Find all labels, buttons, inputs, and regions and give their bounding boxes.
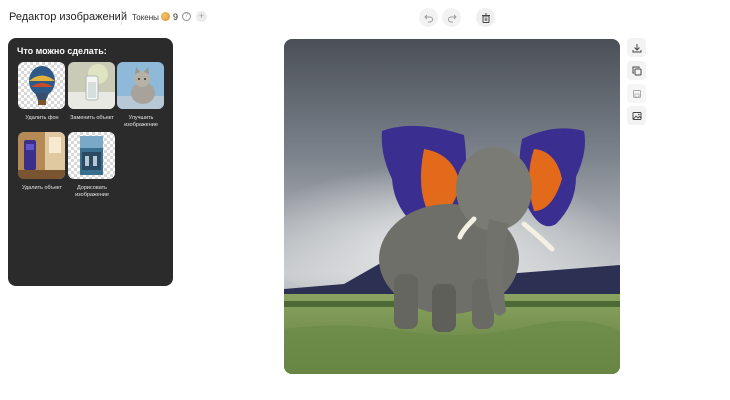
panel-title: Что можно сделать: — [17, 46, 107, 56]
download-icon — [632, 43, 641, 52]
tool-thumb-cat — [117, 62, 164, 109]
redo-button[interactable] — [442, 8, 461, 27]
token-count: 9 — [173, 12, 179, 22]
delete-button[interactable] — [476, 8, 495, 27]
tool-label: Удалить фон — [25, 115, 59, 121]
copy-button[interactable] — [627, 61, 646, 80]
download-button[interactable] — [627, 38, 646, 57]
token-coin-icon — [161, 12, 170, 21]
tool-label: Улучшить изображение — [124, 115, 158, 128]
tool-thumb-room — [18, 132, 65, 179]
trash-icon — [481, 13, 490, 23]
tool-label: Удалить объект — [21, 185, 63, 191]
add-tokens-button[interactable]: + — [196, 11, 207, 22]
header: Редактор изображений Токены 9 ? + — [0, 0, 730, 36]
undo-button[interactable] — [419, 8, 438, 27]
tool-thumb-outpaint — [68, 132, 115, 179]
redo-icon — [447, 14, 457, 22]
tool-thumb-balloon — [18, 62, 65, 109]
tool-enhance-image[interactable]: Улучшить изображение — [117, 62, 165, 129]
tokens-label: Токены — [132, 13, 159, 22]
tool-outpaint-image[interactable]: Дорисовать изображение — [68, 132, 116, 199]
tool-remove-object[interactable]: Удалить объект — [18, 132, 66, 192]
tool-label: Дорисовать изображение — [75, 185, 109, 198]
image-button[interactable] — [627, 106, 646, 125]
copy-icon — [632, 66, 641, 75]
undo-icon — [423, 14, 433, 22]
save-button[interactable] — [627, 84, 646, 103]
canvas-image[interactable] — [284, 39, 620, 374]
tool-remove-background[interactable]: Удалить фон — [18, 62, 66, 122]
header-divider — [121, 9, 122, 25]
tools-panel: Что можно сделать: Удалить фон Заменить … — [8, 38, 173, 286]
help-icon[interactable]: ? — [182, 12, 191, 21]
image-icon — [632, 111, 641, 120]
tool-label: Заменить объект — [70, 115, 114, 121]
tool-replace-object[interactable]: Заменить объект — [68, 62, 116, 122]
app-title: Редактор изображений — [9, 11, 127, 23]
save-icon — [632, 89, 641, 98]
tool-thumb-glass — [68, 62, 115, 109]
